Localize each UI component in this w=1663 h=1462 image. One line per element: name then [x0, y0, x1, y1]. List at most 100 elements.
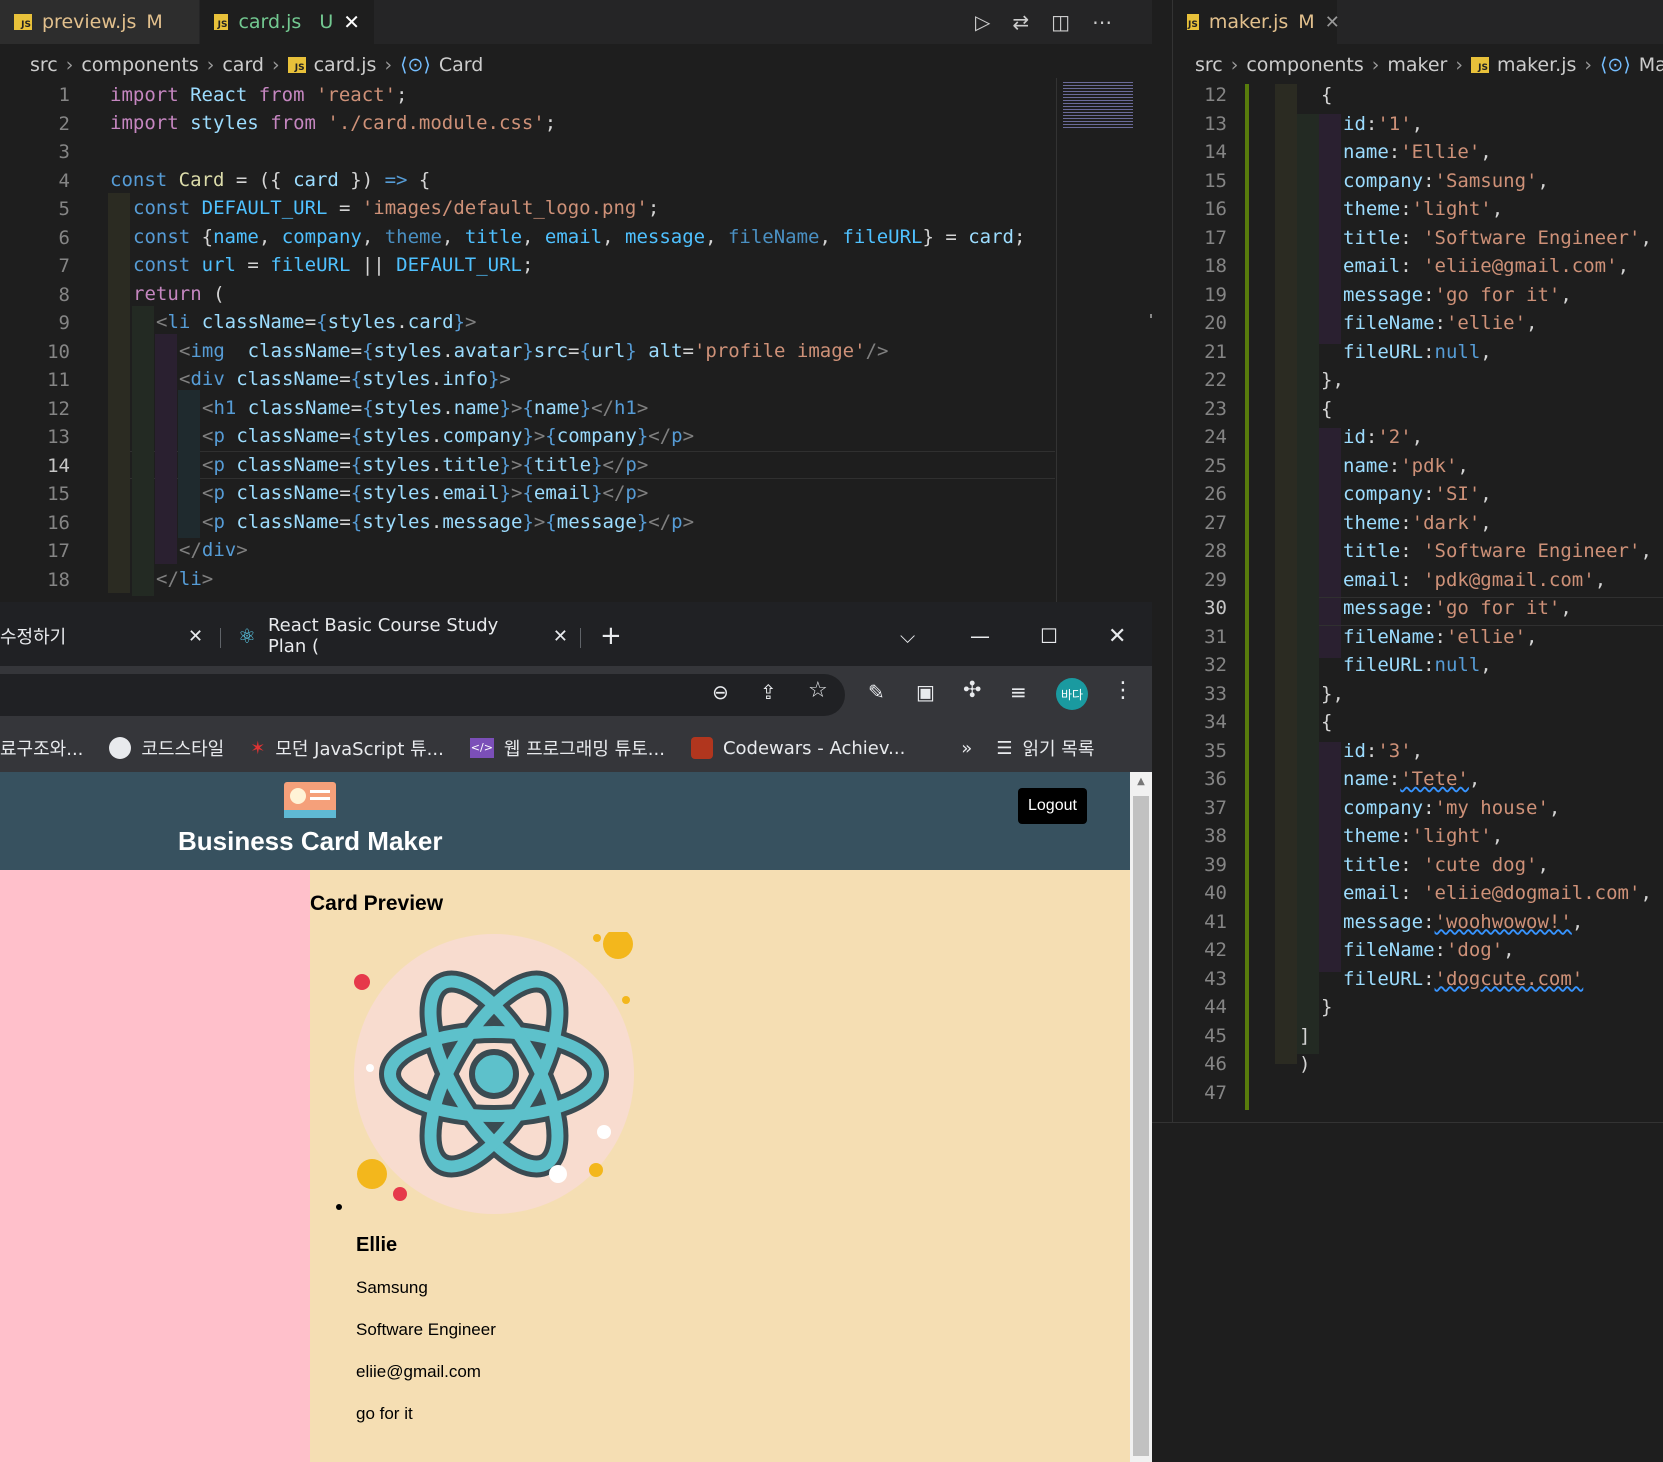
- code-line[interactable]: fileName:'dog',: [1343, 936, 1515, 965]
- code-line[interactable]: id:'2',: [1343, 423, 1423, 452]
- bookmark-item[interactable]: ✶ 모던 JavaScript 튜...: [250, 735, 444, 761]
- bookmarks-overflow-button[interactable]: »: [961, 738, 972, 759]
- code-line[interactable]: fileURL:null,: [1343, 651, 1492, 680]
- breadcrumb-item[interactable]: Card: [439, 54, 483, 76]
- code-line[interactable]: const DEFAULT_URL = 'images/default_logo…: [133, 194, 659, 223]
- run-icon[interactable]: ▷: [975, 10, 990, 34]
- breadcrumb-item[interactable]: components: [81, 54, 198, 76]
- scroll-up-icon[interactable]: ▲: [1130, 772, 1152, 787]
- tab-preview-js[interactable]: JS preview.js M: [0, 0, 200, 44]
- extension-box-icon[interactable]: ▣: [916, 680, 935, 704]
- code-line[interactable]: fileName:'ellie',: [1343, 623, 1538, 652]
- code-line[interactable]: theme:'light',: [1343, 195, 1503, 224]
- code-line[interactable]: <div className={styles.info}>: [179, 365, 511, 394]
- more-actions-icon[interactable]: ⋯: [1092, 10, 1112, 34]
- split-editor-icon[interactable]: ◫: [1051, 10, 1070, 34]
- code-line[interactable]: const url = fileURL || DEFAULT_URL;: [133, 251, 533, 280]
- close-icon[interactable]: ✕: [343, 10, 360, 34]
- page-scrollbar[interactable]: ▲: [1130, 772, 1152, 1462]
- code-line[interactable]: email: 'eliie@gmail.com',: [1343, 252, 1629, 281]
- minimize-button[interactable]: —: [970, 614, 990, 658]
- code-line[interactable]: <li className={styles.card}>: [156, 308, 476, 337]
- code-line[interactable]: },: [1321, 366, 1344, 395]
- tab-maker-js[interactable]: JS maker.js M ✕: [1173, 0, 1340, 44]
- scrollbar-thumb[interactable]: [1133, 796, 1149, 1456]
- code-line[interactable]: <p className={styles.message}>{message}<…: [202, 508, 694, 537]
- bookmark-item[interactable]: </> 웹 프로그래밍 튜토...: [469, 735, 665, 761]
- code-line[interactable]: },: [1321, 680, 1344, 709]
- breadcrumb-item[interactable]: maker.js: [1497, 54, 1576, 76]
- code-line[interactable]: <p className={styles.email}>{email}</p>: [202, 479, 648, 508]
- bookmark-item[interactable]: 료구조와...: [0, 735, 83, 761]
- bookmark-item[interactable]: 코드스타일: [109, 735, 224, 761]
- profile-avatar[interactable]: 바다: [1056, 678, 1088, 710]
- breadcrumb-item[interactable]: Maker: [1639, 54, 1663, 76]
- logout-button[interactable]: Logout: [1018, 788, 1087, 824]
- minimap[interactable]: [1056, 78, 1150, 602]
- code-line[interactable]: message:'woohwowow!',: [1343, 908, 1583, 937]
- code-line[interactable]: company:'my house',: [1343, 794, 1560, 823]
- close-window-button[interactable]: ✕: [1108, 614, 1126, 658]
- code-line[interactable]: </li>: [156, 565, 213, 594]
- code-line[interactable]: title: 'Software Engineer',: [1343, 224, 1652, 253]
- code-line[interactable]: email: 'pdk@gmail.com',: [1343, 566, 1606, 595]
- code-line[interactable]: name:'Ellie',: [1343, 138, 1492, 167]
- bookmark-item[interactable]: Codewars - Achiev...: [690, 737, 905, 759]
- breadcrumb-item[interactable]: src: [1195, 54, 1223, 76]
- code-line[interactable]: theme:'dark',: [1343, 509, 1492, 538]
- breadcrumb-item[interactable]: src: [30, 54, 58, 76]
- extension-pen-icon[interactable]: ✎: [868, 680, 885, 704]
- breadcrumb-item[interactable]: card.js: [314, 54, 377, 76]
- code-line[interactable]: return (: [133, 280, 225, 309]
- code-line[interactable]: <img className={styles.avatar}src={url} …: [179, 337, 888, 366]
- code-line[interactable]: message:'go for it',: [1343, 594, 1572, 623]
- tab-search-button[interactable]: ⌵: [900, 614, 915, 658]
- reading-list-button[interactable]: ☰ 읽기 목록: [996, 735, 1094, 761]
- code-line[interactable]: ]: [1299, 1022, 1310, 1051]
- breadcrumb-item[interactable]: card: [222, 54, 264, 76]
- code-line[interactable]: title: 'cute dog',: [1343, 851, 1549, 880]
- code-line[interactable]: import styles from './card.module.css';: [110, 109, 556, 138]
- share-icon[interactable]: ⇪: [760, 680, 777, 704]
- zoom-icon[interactable]: ⊖: [712, 680, 729, 704]
- tab-card-js[interactable]: JS card.js U ✕: [200, 0, 375, 44]
- code-line[interactable]: <h1 className={styles.name}>{name}</h1>: [202, 394, 648, 423]
- close-icon[interactable]: ✕: [188, 626, 203, 647]
- scrollbar[interactable]: [1150, 314, 1152, 318]
- puzzle-icon[interactable]: ✣: [963, 678, 981, 703]
- code-line[interactable]: }: [1321, 993, 1332, 1022]
- code-line[interactable]: import React from 'react';: [110, 81, 408, 110]
- code-line[interactable]: company:'Samsung',: [1343, 167, 1549, 196]
- compare-changes-icon[interactable]: ⇄: [1012, 10, 1029, 34]
- code-line[interactable]: fileURL:'dogcute.com': [1343, 965, 1583, 994]
- menu-dots-icon[interactable]: ⋮: [1112, 678, 1134, 703]
- new-tab-button[interactable]: +: [600, 614, 622, 658]
- browser-tab[interactable]: ⚛ React Basic Course Study Plan ( ✕: [238, 614, 568, 658]
- media-list-icon[interactable]: ≡: [1010, 680, 1027, 704]
- code-line[interactable]: const {name, company, theme, title, emai…: [133, 223, 1025, 252]
- code-line[interactable]: const Card = ({ card }) => {: [110, 166, 430, 195]
- code-line[interactable]: company:'SI',: [1343, 480, 1492, 509]
- code-line[interactable]: id:'1',: [1343, 110, 1423, 139]
- code-line[interactable]: fileURL:null,: [1343, 338, 1492, 367]
- breadcrumb-item[interactable]: maker: [1387, 54, 1447, 76]
- code-line[interactable]: id:'3',: [1343, 737, 1423, 766]
- code-line[interactable]: email: 'eliie@dogmail.com',: [1343, 879, 1652, 908]
- code-line[interactable]: <p className={styles.company}>{company}<…: [202, 422, 694, 451]
- code-line[interactable]: title: 'Software Engineer',: [1343, 537, 1652, 566]
- code-line[interactable]: {: [1321, 395, 1332, 424]
- maximize-button[interactable]: ☐: [1040, 614, 1058, 658]
- star-icon[interactable]: ☆: [808, 678, 828, 703]
- breadcrumb-item[interactable]: components: [1246, 54, 1363, 76]
- code-line[interactable]: name:'pdk',: [1343, 452, 1469, 481]
- code-line[interactable]: {: [1321, 81, 1332, 110]
- code-line[interactable]: </div>: [179, 536, 248, 565]
- close-icon[interactable]: ✕: [553, 626, 568, 647]
- code-line[interactable]: ): [1299, 1050, 1310, 1079]
- code-line[interactable]: fileName:'ellie',: [1343, 309, 1538, 338]
- code-line[interactable]: message:'go for it',: [1343, 281, 1572, 310]
- code-line[interactable]: <p className={styles.title}>{title}</p>: [202, 451, 648, 480]
- browser-tab[interactable]: 수정하기 ✕: [0, 614, 210, 658]
- code-line[interactable]: name:'Tete',: [1343, 765, 1480, 794]
- code-line[interactable]: {: [1321, 708, 1332, 737]
